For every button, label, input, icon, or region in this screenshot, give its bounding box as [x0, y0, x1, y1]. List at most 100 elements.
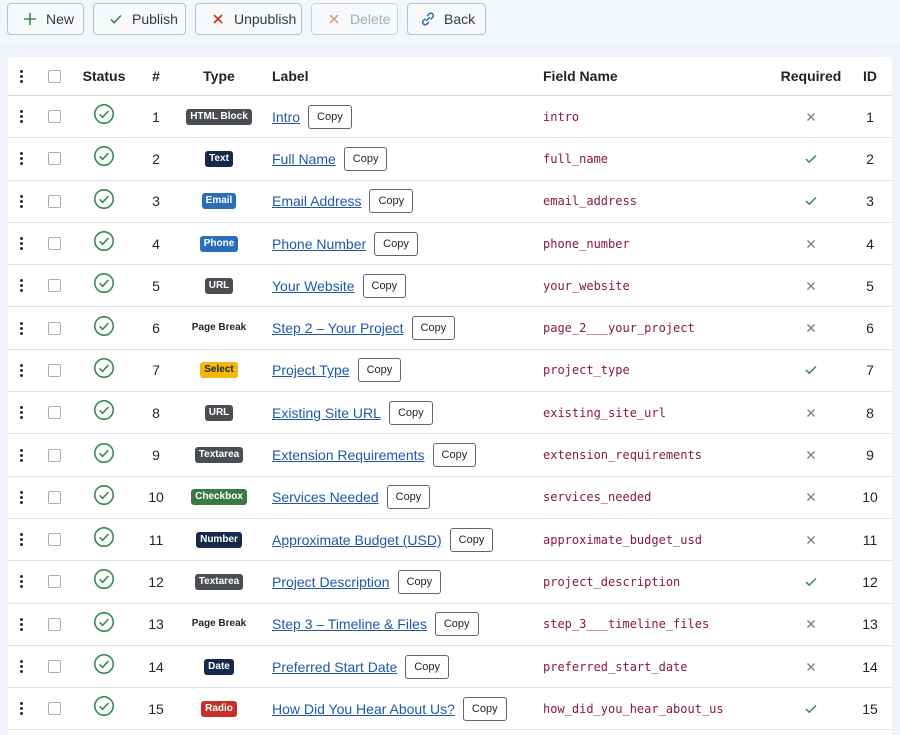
- field-label-link[interactable]: Approximate Budget (USD): [272, 532, 442, 548]
- copy-button[interactable]: Copy: [343, 146, 388, 171]
- status-toggle[interactable]: [83, 138, 125, 179]
- row-checkbox[interactable]: [48, 434, 61, 475]
- field-label-link[interactable]: Step 3 – Timeline & Files: [272, 616, 427, 632]
- copy-button[interactable]: Copy: [388, 400, 433, 425]
- header-field-name[interactable]: Field Name: [543, 57, 783, 95]
- drag-handle-icon[interactable]: [15, 604, 27, 645]
- row-checkbox[interactable]: [48, 138, 61, 179]
- drag-handle-icon[interactable]: [15, 181, 27, 222]
- row-checkbox[interactable]: [48, 308, 61, 349]
- row-checkbox[interactable]: [48, 519, 61, 560]
- copy-button[interactable]: Copy: [374, 231, 418, 256]
- status-toggle[interactable]: [83, 434, 125, 475]
- copy-button[interactable]: Copy: [434, 612, 479, 637]
- drag-handle-icon[interactable]: [15, 561, 27, 602]
- type-badge-cell: Phone: [182, 223, 256, 264]
- field-label-link[interactable]: Intro: [272, 109, 300, 125]
- copy-button[interactable]: Copy: [308, 104, 352, 129]
- status-toggle[interactable]: [83, 308, 125, 349]
- field-label-link[interactable]: Full Name: [272, 151, 336, 167]
- copy-button[interactable]: Copy: [462, 696, 507, 721]
- status-toggle[interactable]: [83, 265, 125, 306]
- row-checkbox[interactable]: [48, 96, 61, 137]
- field-label-link[interactable]: Step 2 – Your Project: [272, 320, 404, 336]
- header-type[interactable]: Type: [182, 57, 256, 95]
- drag-handle-icon[interactable]: [15, 519, 27, 560]
- row-checkbox[interactable]: [48, 688, 61, 729]
- delete-button[interactable]: Delete: [311, 3, 398, 35]
- select-all-checkbox[interactable]: [48, 57, 61, 95]
- check-circle-icon: [93, 357, 115, 384]
- drag-handle-icon[interactable]: [15, 392, 27, 433]
- drag-handle-icon[interactable]: [15, 96, 27, 137]
- drag-handle-icon[interactable]: [15, 477, 27, 518]
- status-toggle[interactable]: [83, 561, 125, 602]
- field-label-link[interactable]: Project Description: [272, 574, 390, 590]
- row-checkbox[interactable]: [48, 181, 61, 222]
- drag-handle-icon[interactable]: [15, 646, 27, 687]
- field-label-link[interactable]: Email Address: [272, 193, 361, 209]
- drag-handle-icon[interactable]: [15, 223, 27, 264]
- row-number: 7: [152, 362, 160, 379]
- status-toggle[interactable]: [83, 604, 125, 645]
- copy-button[interactable]: Copy: [369, 189, 414, 214]
- field-label-link[interactable]: Extension Requirements: [272, 447, 425, 463]
- copy-button[interactable]: Copy: [432, 443, 477, 468]
- status-toggle[interactable]: [83, 96, 125, 137]
- copy-button[interactable]: Copy: [449, 527, 494, 552]
- copy-button[interactable]: Copy: [405, 654, 449, 679]
- table-row: 8 URL Existing Site URL Copy existing_site_u…: [8, 392, 892, 435]
- publish-button[interactable]: Publish: [93, 3, 186, 35]
- drag-handle-icon[interactable]: [15, 308, 27, 349]
- new-button[interactable]: New: [7, 3, 84, 35]
- field-label-link[interactable]: Phone Number: [272, 236, 366, 252]
- type-badge: URL: [204, 404, 234, 421]
- status-toggle[interactable]: [83, 688, 125, 729]
- field-label-link[interactable]: Your Website: [272, 278, 355, 294]
- row-checkbox[interactable]: [48, 392, 61, 433]
- required-check-icon: [781, 138, 841, 179]
- status-toggle[interactable]: [83, 477, 125, 518]
- field-label-link[interactable]: Services Needed: [272, 489, 379, 505]
- copy-button[interactable]: Copy: [411, 316, 456, 341]
- status-toggle[interactable]: [83, 519, 125, 560]
- label-cell: Your Website Copy: [272, 265, 542, 306]
- field-label-link[interactable]: Existing Site URL: [272, 405, 381, 421]
- back-button[interactable]: Back: [407, 3, 486, 35]
- field-label-link[interactable]: Project Type: [272, 362, 350, 378]
- drag-handle-icon[interactable]: [15, 57, 27, 95]
- header-number[interactable]: #: [144, 57, 168, 95]
- header-label[interactable]: Label: [272, 57, 542, 95]
- status-toggle[interactable]: [83, 646, 125, 687]
- copy-button[interactable]: Copy: [397, 569, 442, 594]
- drag-handle-icon[interactable]: [15, 434, 27, 475]
- field-label-link[interactable]: Preferred Start Date: [272, 659, 397, 675]
- status-toggle[interactable]: [83, 181, 125, 222]
- row-id: 7: [866, 362, 874, 379]
- copy-button[interactable]: Copy: [386, 485, 431, 510]
- unpublish-button[interactable]: Unpublish: [195, 3, 302, 35]
- header-required[interactable]: Required: [781, 57, 842, 95]
- drag-handle-icon[interactable]: [15, 265, 27, 306]
- label-cell: Services Needed Copy: [272, 477, 542, 518]
- status-toggle[interactable]: [83, 223, 125, 264]
- status-toggle[interactable]: [83, 350, 125, 391]
- drag-handle-icon[interactable]: [15, 350, 27, 391]
- table-row: 10 Checkbox Services Needed Copy services_ne…: [8, 477, 892, 519]
- status-toggle[interactable]: [83, 392, 125, 433]
- row-checkbox[interactable]: [48, 350, 61, 391]
- row-checkbox[interactable]: [48, 646, 61, 687]
- field-label-link[interactable]: How Did You Hear About Us?: [272, 701, 455, 717]
- drag-handle-icon[interactable]: [15, 138, 27, 179]
- row-checkbox[interactable]: [48, 477, 61, 518]
- copy-button[interactable]: Copy: [362, 273, 407, 298]
- row-checkbox[interactable]: [48, 265, 61, 306]
- copy-button[interactable]: Copy: [357, 358, 402, 383]
- header-status[interactable]: Status: [83, 57, 126, 95]
- type-badge-cell: Checkbox: [182, 477, 256, 518]
- row-checkbox[interactable]: [48, 604, 61, 645]
- row-checkbox[interactable]: [48, 223, 61, 264]
- drag-handle-icon[interactable]: [15, 688, 27, 729]
- header-id[interactable]: ID: [856, 57, 884, 95]
- row-checkbox[interactable]: [48, 561, 61, 602]
